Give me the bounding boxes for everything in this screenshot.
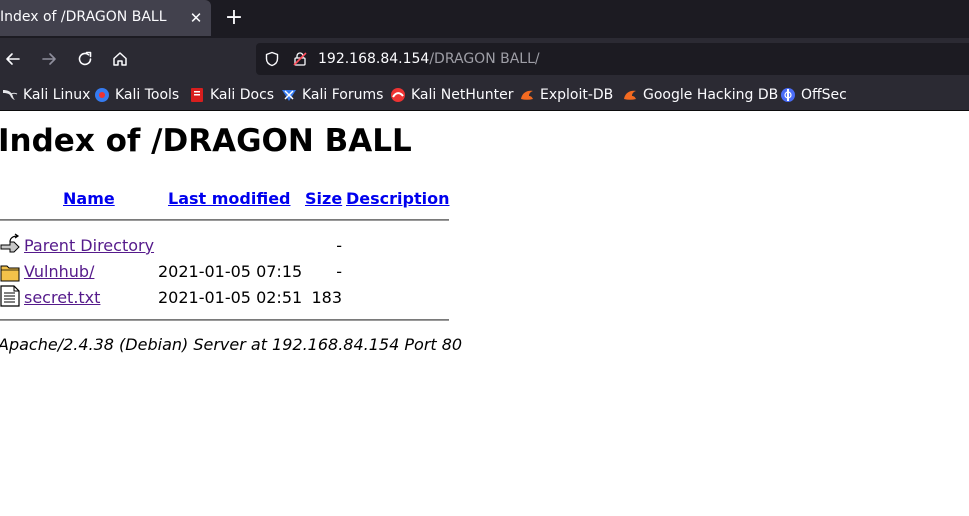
column-header-name[interactable]: Name [63,189,115,208]
column-header-size[interactable]: Size [305,189,342,208]
text-file-icon [0,285,20,307]
bookmark-kali-linux[interactable]: Kali Linux [2,86,90,104]
exploit-db-icon [519,87,535,103]
bookmark-label: Kali Docs [210,87,275,103]
bookmark-exploit-db[interactable]: Exploit-DB [519,86,613,104]
nethunter-icon [390,87,406,103]
bookmark-label: Kali Forums [302,87,384,103]
close-icon[interactable]: ✕ [186,8,206,28]
row-modified: 2021-01-05 02:51 [158,288,303,307]
bookmark-label: Google Hacking DB [643,87,779,103]
bookmark-offsec[interactable]: OffSec [780,86,847,104]
vulnhub-link[interactable]: Vulnhub/ [24,262,94,281]
tab-title: Index of /DRAGON BALL [0,9,167,25]
url-host: 192.168.84.154 [318,51,430,67]
server-signature: Apache/2.4.38 (Debian) Server at 192.168… [0,335,463,354]
arrow-left-icon[interactable] [2,48,24,70]
folder-icon [0,261,20,283]
row-size: - [336,236,342,255]
row-modified: 2021-01-05 07:15 [158,262,303,281]
bookmark-label: Kali NetHunter [411,87,514,103]
reload-icon[interactable] [74,48,96,70]
offsec-icon [780,87,796,103]
bookmark-label: Exploit-DB [540,87,614,103]
bookmark-kali-tools[interactable]: Kali Tools [94,86,179,104]
header-divider [0,219,449,221]
kali-tools-icon [94,87,110,103]
row-size: - [336,262,342,281]
insecure-lock-icon[interactable] [292,51,308,71]
page-content: Index of /DRAGON BALL Name Last modified… [0,111,969,516]
row-size: 183 [311,288,342,307]
home-icon[interactable] [109,48,131,70]
active-tab[interactable]: Index of /DRAGON BALL ✕ [0,0,211,36]
bookmark-kali-forums[interactable]: Kali Forums [281,86,383,104]
column-header-last-modified[interactable]: Last modified [168,189,291,208]
kali-forums-icon [281,87,297,103]
bookmark-kali-nethunter[interactable]: Kali NetHunter [390,86,513,104]
back-folder-icon [0,233,20,255]
page-title: Index of /DRAGON BALL [0,123,412,159]
bookmark-google-hacking-db[interactable]: Google Hacking DB [622,86,778,104]
bookmark-label: OffSec [801,87,847,103]
parent-directory-link[interactable]: Parent Directory [24,236,154,255]
kali-dragon-icon [2,87,18,103]
column-header-description[interactable]: Description [346,189,449,208]
bookmark-kali-docs[interactable]: Kali Docs [189,86,274,104]
url-text[interactable]: 192.168.84.154/DRAGON BALL/ [318,51,540,67]
bookmarks-toolbar: Kali Linux Kali Tools Kali Docs Kali For… [0,80,969,110]
arrow-right-icon[interactable] [38,48,60,70]
shield-icon[interactable] [264,51,280,71]
bookmark-label: Kali Tools [115,87,180,103]
secret-txt-link[interactable]: secret.txt [24,288,100,307]
bookmark-label: Kali Linux [23,87,91,103]
kali-docs-icon [189,87,205,103]
footer-divider [0,319,449,321]
ghdb-icon [622,87,638,103]
plus-icon[interactable]: + [222,6,246,30]
tab-bar: Index of /DRAGON BALL ✕ + [0,0,969,38]
address-bar[interactable]: 192.168.84.154/DRAGON BALL/ [256,43,969,75]
url-path: /DRAGON BALL/ [429,51,540,67]
